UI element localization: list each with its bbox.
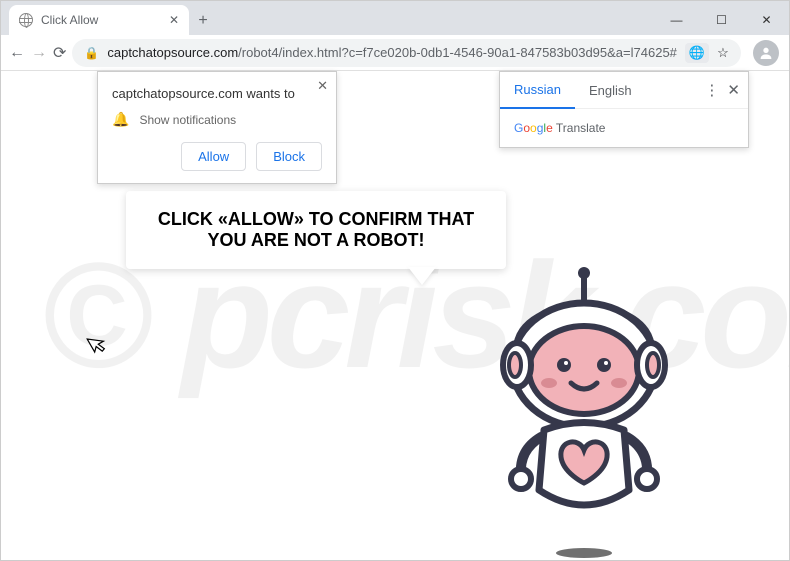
- translate-close-icon[interactable]: ✕: [727, 81, 740, 99]
- minimize-button[interactable]: —: [654, 5, 699, 35]
- bookmark-star-icon[interactable]: ☆: [717, 45, 729, 61]
- url-text: captchatopsource.com/robot4/index.html?c…: [107, 45, 677, 60]
- url-path: /robot4/index.html?c=f7ce020b-0db1-4546-…: [238, 45, 677, 60]
- window-titlebar: Click Allow ✕ + — ☐ ✕: [1, 1, 789, 35]
- translate-page-icon[interactable]: 🌐: [685, 43, 709, 63]
- translate-brand-tail: Translate: [553, 121, 606, 135]
- toolbar: ← → ⟳ 🔒 captchatopsource.com/robot4/inde…: [1, 35, 789, 71]
- block-button[interactable]: Block: [256, 142, 322, 171]
- url-host: captchatopsource.com: [107, 45, 238, 60]
- browser-menu-icon[interactable]: ⋮: [783, 38, 790, 68]
- window-controls: — ☐ ✕: [654, 5, 789, 35]
- address-bar[interactable]: 🔒 captchatopsource.com/robot4/index.html…: [72, 39, 740, 67]
- popup-site-line: captchatopsource.com wants to: [112, 86, 322, 101]
- robot-shadow: [556, 548, 612, 558]
- reload-button[interactable]: ⟳: [53, 39, 66, 67]
- speech-bubble: CLICK «ALLOW» TO CONFIRM THAT YOU ARE NO…: [126, 191, 506, 269]
- popup-permission-label: Show notifications: [139, 113, 236, 127]
- globe-icon: [19, 13, 33, 27]
- back-button[interactable]: ←: [9, 39, 25, 67]
- allow-button[interactable]: Allow: [181, 142, 246, 171]
- lock-icon: 🔒: [84, 46, 99, 60]
- tab-title: Click Allow: [41, 13, 161, 27]
- translate-panel-controls: ⋮ ✕: [704, 81, 748, 99]
- toolbar-right: ⋮: [753, 38, 790, 68]
- translate-options-icon[interactable]: ⋮: [704, 81, 719, 99]
- forward-button[interactable]: →: [31, 39, 47, 67]
- new-tab-button[interactable]: +: [189, 7, 217, 35]
- cursor-icon: [86, 331, 112, 361]
- translate-body: Google Translate: [500, 109, 748, 147]
- notification-permission-popup: ✕ captchatopsource.com wants to 🔔 Show n…: [97, 71, 337, 184]
- translate-panel: Russian English ⋮ ✕ Google Translate: [499, 71, 749, 148]
- profile-avatar-icon[interactable]: [753, 40, 779, 66]
- page-viewport: © pcrisk.com ✕ captchatopsource.com want…: [1, 71, 789, 560]
- translate-tabs: Russian English ⋮ ✕: [500, 72, 748, 109]
- translate-tab-english[interactable]: English: [575, 73, 646, 108]
- maximize-button[interactable]: ☐: [699, 5, 744, 35]
- speech-bubble-text: CLICK «ALLOW» TO CONFIRM THAT YOU ARE NO…: [158, 209, 474, 250]
- translate-tab-russian[interactable]: Russian: [500, 72, 575, 109]
- popup-permission-row: 🔔 Show notifications: [112, 111, 322, 128]
- popup-close-icon[interactable]: ✕: [317, 78, 328, 94]
- tab-close-icon[interactable]: ✕: [169, 13, 179, 27]
- close-window-button[interactable]: ✕: [744, 5, 789, 35]
- robot-illustration: [479, 265, 689, 550]
- google-logo-text: Google: [514, 121, 553, 135]
- bell-icon: 🔔: [112, 111, 129, 128]
- popup-buttons: Allow Block: [112, 142, 322, 171]
- browser-tab[interactable]: Click Allow ✕: [9, 5, 189, 35]
